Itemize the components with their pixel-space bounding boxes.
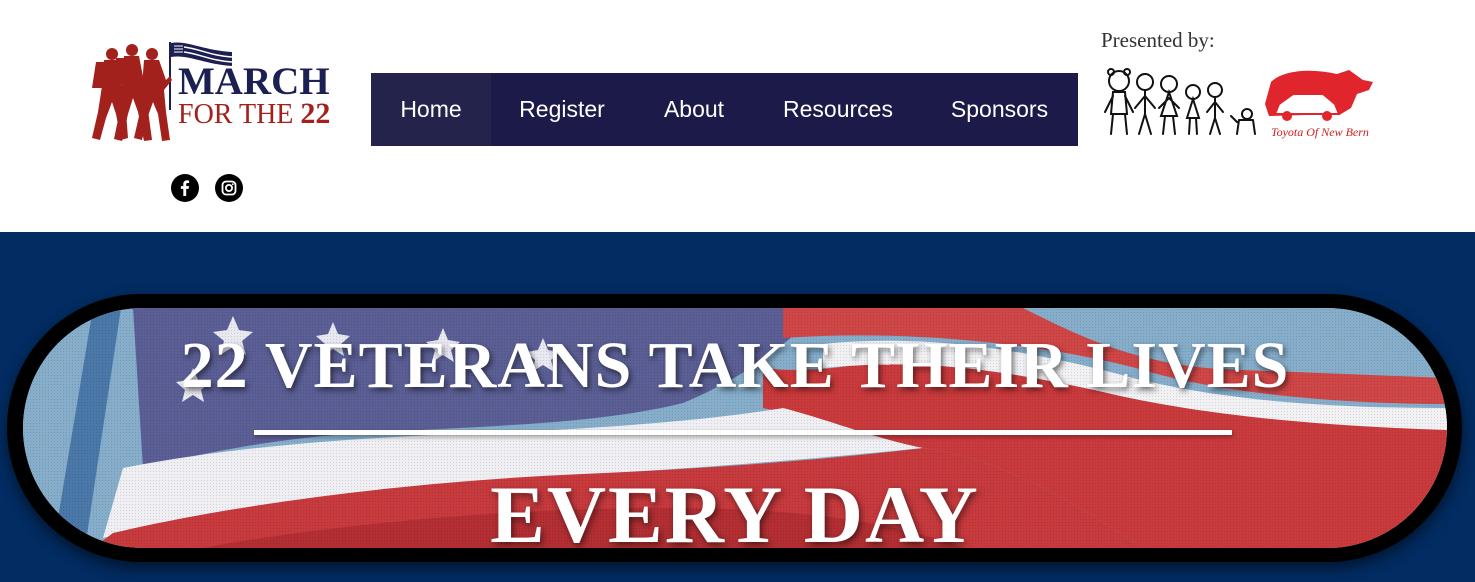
- main-nav: Home Register About Resources Sponsors: [371, 73, 1078, 146]
- sponsor-logo-text: Toyota Of New Bern: [1271, 125, 1369, 139]
- stick-family-logo-graphic: Toyota Of New Bern: [1104, 68, 1373, 139]
- brand-title: MARCH: [178, 60, 330, 103]
- sponsor-logo[interactable]: Toyota Of New Bern: [1101, 64, 1381, 146]
- site-header: MARCH FOR THE 22 Home Register About Res…: [0, 0, 1475, 232]
- flag-banner-image: 22 VETERANS TAKE THEIR LIVES EVERY DAY: [23, 308, 1447, 548]
- presented-by-label: Presented by:: [1101, 28, 1215, 52]
- nav-item-sponsors[interactable]: Sponsors: [921, 73, 1078, 146]
- social-bar: [171, 174, 243, 202]
- facebook-icon: [180, 180, 190, 196]
- nav-item-home[interactable]: Home: [371, 73, 491, 146]
- nav-item-resources[interactable]: Resources: [755, 73, 921, 146]
- instagram-link[interactable]: [215, 174, 243, 202]
- nav-item-register[interactable]: Register: [491, 73, 633, 146]
- instagram-icon: [221, 180, 237, 196]
- hero-headline-line1: 22 VETERANS TAKE THEIR LIVES: [180, 329, 1290, 402]
- site-logo[interactable]: MARCH FOR THE 22: [82, 40, 344, 148]
- hero-headline-line2: EVERY DAY: [490, 469, 980, 548]
- brand-subtitle-number: 22: [300, 97, 331, 130]
- nav-item-about[interactable]: About: [633, 73, 755, 146]
- hero-divider: [254, 430, 1232, 435]
- hero-banner: 22 VETERANS TAKE THEIR LIVES EVERY DAY: [7, 294, 1462, 562]
- brand-subtitle: FOR THE 22: [178, 99, 330, 129]
- hero-section: 22 VETERANS TAKE THEIR LIVES EVERY DAY: [0, 232, 1475, 582]
- brand-subtitle-prefix: FOR THE: [178, 99, 301, 130]
- facebook-link[interactable]: [171, 174, 199, 202]
